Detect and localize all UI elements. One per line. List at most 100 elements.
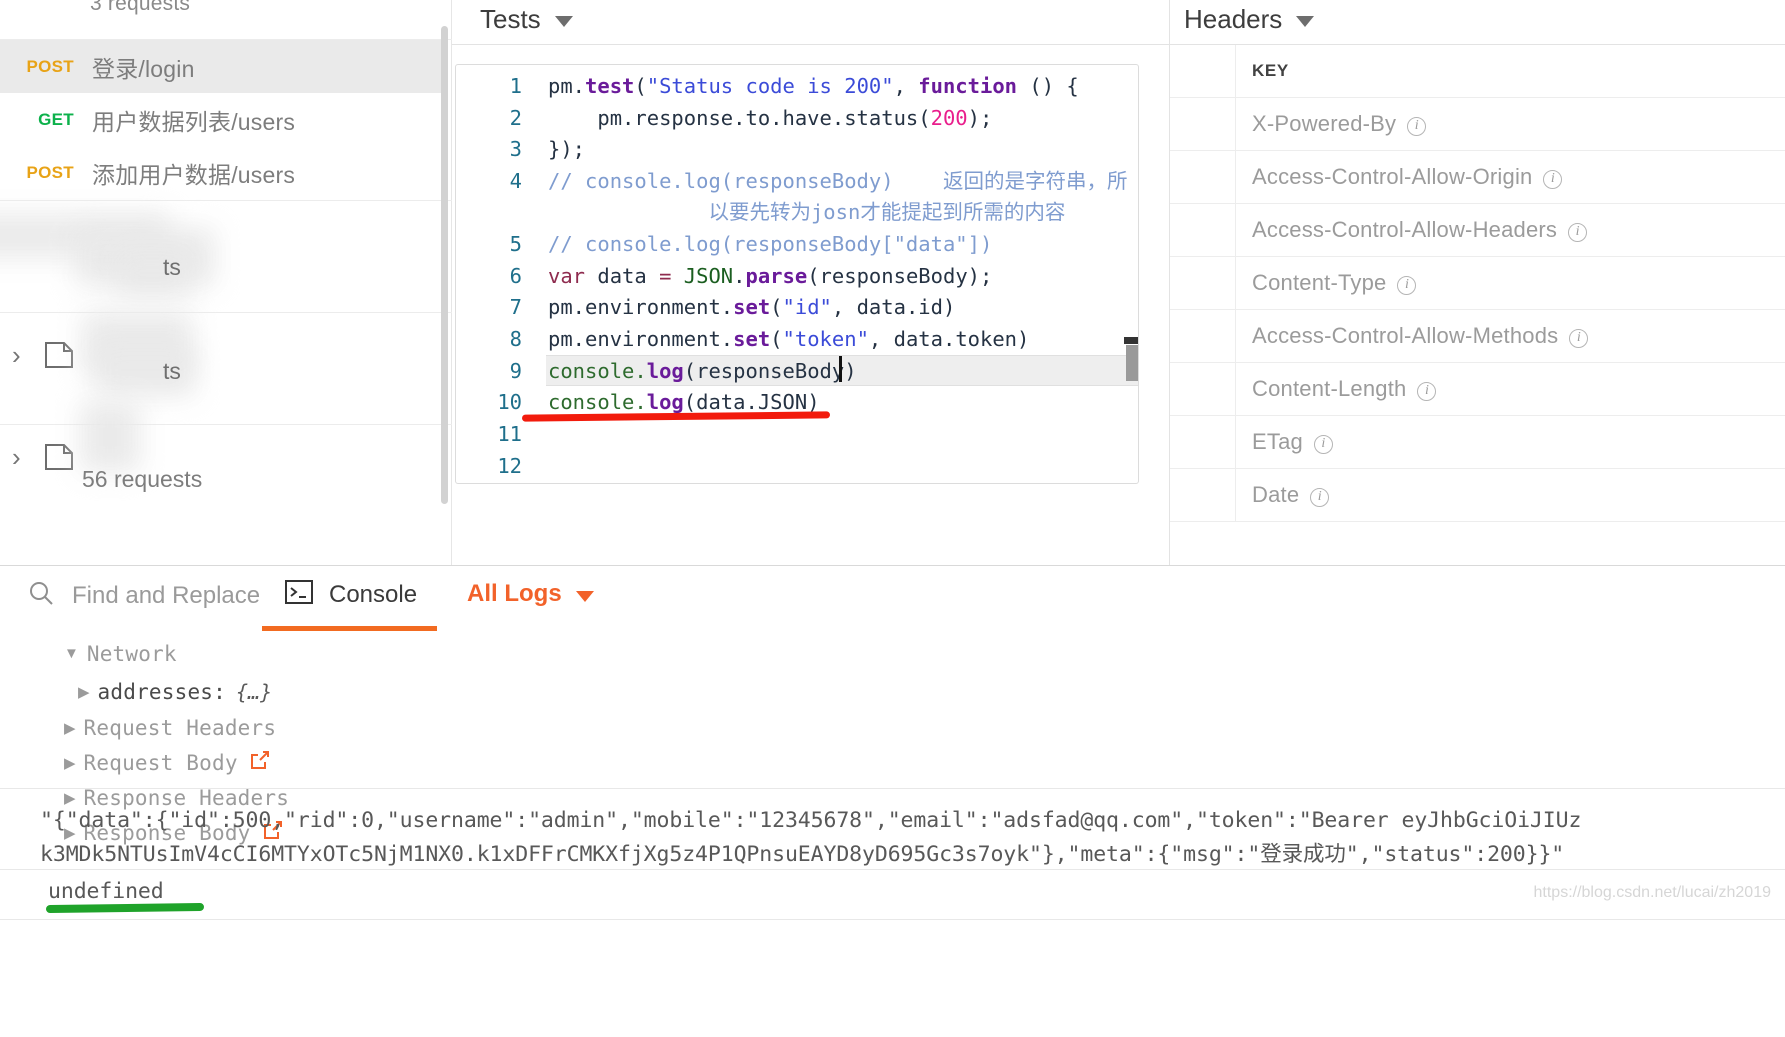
header-key-cell: Access-Control-Allow-Headers i — [1236, 217, 1588, 243]
tab-console[interactable]: Console — [285, 580, 417, 609]
info-icon[interactable]: i — [1407, 116, 1427, 136]
headers-panel: Headers KEY X-Powered-By i Access-Control… — [1169, 0, 1785, 565]
line-number: 4 — [509, 169, 522, 193]
headers-tab[interactable]: Headers — [1184, 4, 1315, 35]
header-key-cell: Date i — [1236, 482, 1330, 508]
code-line: // console.log(responseBody["data"]) — [548, 232, 993, 256]
sidebar-request-users-list[interactable]: GET 用户数据列表/users — [0, 93, 444, 146]
output-divider — [0, 788, 1785, 789]
header-key-cell: Access-Control-Allow-Origin i — [1236, 164, 1563, 190]
chevron-down-icon[interactable] — [554, 16, 573, 27]
sidebar-request-add-user[interactable]: POST 添加用户数据/users — [0, 146, 444, 199]
console-output-undefined: undefined — [48, 879, 164, 904]
info-icon[interactable]: i — [1310, 487, 1330, 507]
table-gutter — [1170, 257, 1236, 309]
folder-label-tail: ts — [163, 358, 181, 384]
header-key-text: Content-Length — [1252, 376, 1407, 401]
table-gutter — [1170, 45, 1236, 97]
triangle-right-icon[interactable]: ▶ — [64, 754, 76, 772]
text-cursor — [839, 356, 842, 382]
sidebar-divider — [0, 200, 452, 201]
request-name: 用户数据列表/users — [92, 108, 296, 135]
line-number: 6 — [509, 264, 522, 288]
table-gutter — [1170, 363, 1236, 415]
tree-node-addresses[interactable]: ▶ addresses: {…} — [0, 673, 1785, 710]
tests-panel: Tests 1 pm.test("Status code is 200", fu… — [452, 0, 1169, 565]
sidebar-divider — [0, 424, 452, 425]
table-row[interactable]: Content-Length i — [1170, 363, 1785, 416]
triangle-right-icon[interactable]: ▶ — [64, 719, 76, 737]
chevron-down-icon[interactable] — [1296, 16, 1315, 27]
table-gutter — [1170, 416, 1236, 468]
line-number: 5 — [509, 232, 522, 256]
code-line-wrap: 以要先转为josn才能提起到所需的内容 — [548, 200, 1066, 224]
header-key-cell: X-Powered-By i — [1236, 111, 1427, 137]
table-row[interactable]: Access-Control-Allow-Origin i — [1170, 151, 1785, 204]
line-number: 8 — [509, 327, 522, 351]
header-key-cell: ETag i — [1236, 429, 1333, 455]
triangle-right-icon[interactable]: ▶ — [64, 789, 76, 807]
output-divider — [0, 869, 1785, 870]
table-row[interactable]: Date i — [1170, 469, 1785, 522]
header-key-text: X-Powered-By — [1252, 111, 1397, 136]
sidebar-folder-item[interactable]: ts — [0, 206, 452, 316]
folder-icon — [44, 341, 74, 369]
tree-node-network[interactable]: ▼ Network — [0, 634, 1785, 673]
external-link-icon[interactable] — [250, 750, 270, 775]
request-method-badge: POST — [26, 56, 74, 76]
info-icon[interactable]: i — [1569, 328, 1589, 348]
table-gutter — [1170, 469, 1236, 521]
table-row[interactable]: Content-Type i — [1170, 257, 1785, 310]
chevron-down-icon[interactable] — [575, 590, 594, 602]
find-and-replace-button[interactable]: Find and Replace — [28, 580, 260, 611]
code-line: pm.environment.set("token", data.token) — [548, 327, 1030, 351]
postman-window: 3 requests POST 登录/login GET 用户数据列表/user… — [0, 0, 1785, 1037]
line-number: 3 — [509, 137, 522, 161]
tests-tab[interactable]: Tests — [480, 4, 573, 35]
triangle-down-icon[interactable]: ▼ — [64, 645, 79, 662]
code-line-active: console.log(responseBody) — [548, 359, 857, 383]
editor-scrollbar[interactable] — [1126, 345, 1138, 381]
tree-node-request-body[interactable]: ▶ Request Body — [0, 745, 1785, 780]
info-icon[interactable]: i — [1543, 169, 1563, 189]
triangle-right-icon[interactable]: ▶ — [78, 683, 90, 701]
tree-node-label: Response Headers — [83, 785, 290, 810]
table-row[interactable]: Access-Control-Allow-Headers i — [1170, 204, 1785, 257]
header-key-text: Access-Control-Allow-Methods — [1252, 323, 1559, 348]
line-number: 1 — [509, 74, 522, 98]
tree-node-request-headers[interactable]: ▶ Request Headers — [0, 710, 1785, 745]
find-and-replace-label: Find and Replace — [72, 581, 261, 609]
info-icon[interactable]: i — [1313, 434, 1333, 454]
sidebar-folder-item[interactable]: › ts — [0, 312, 452, 428]
column-header-key: KEY — [1252, 61, 1289, 80]
console-tab-label: Console — [329, 580, 418, 608]
table-row[interactable]: ETag i — [1170, 416, 1785, 469]
code-line: }); — [548, 137, 586, 161]
all-logs-dropdown[interactable]: All Logs — [467, 580, 594, 608]
headers-table: KEY X-Powered-By i Access-Control-Allow-O… — [1170, 45, 1785, 522]
code-line: pm.test("Status code is 200", function (… — [548, 74, 1079, 98]
info-icon[interactable]: i — [1397, 275, 1417, 295]
table-gutter — [1170, 204, 1236, 256]
watermark-text: https://blog.csdn.net/lucai/zh2019 — [1533, 884, 1772, 901]
table-row[interactable]: X-Powered-By i — [1170, 98, 1785, 151]
headers-title-label: Headers — [1184, 4, 1283, 34]
sidebar: 3 requests POST 登录/login GET 用户数据列表/user… — [0, 0, 452, 565]
tests-tab-label: Tests — [480, 4, 541, 34]
sidebar-divider — [0, 312, 452, 313]
info-icon[interactable]: i — [1417, 381, 1437, 401]
sidebar-scrollbar[interactable] — [441, 26, 448, 504]
chevron-right-icon[interactable]: › — [12, 442, 21, 473]
table-header-row: KEY — [1170, 45, 1785, 98]
table-gutter — [1170, 310, 1236, 362]
chevron-right-icon[interactable]: › — [12, 340, 21, 371]
table-row[interactable]: Access-Control-Allow-Methods i — [1170, 310, 1785, 363]
sidebar-folder-item-56[interactable]: › 56 requests — [0, 402, 452, 502]
header-key-text: Access-Control-Allow-Origin — [1252, 164, 1533, 189]
tree-node-label: addresses: — [97, 679, 226, 704]
sidebar-request-login[interactable]: POST 登录/login — [0, 40, 444, 93]
console-output-line: k3MDk5NTUsImV4cCI6MTYxOTc5NjM1NX0.k1xDFF… — [40, 842, 1565, 867]
console-output-line: "{"data":{"id":500,"rid":0,"username":"a… — [40, 808, 1582, 833]
info-icon[interactable]: i — [1568, 222, 1588, 242]
code-line: var data = JSON.parse(responseBody); — [548, 264, 993, 288]
